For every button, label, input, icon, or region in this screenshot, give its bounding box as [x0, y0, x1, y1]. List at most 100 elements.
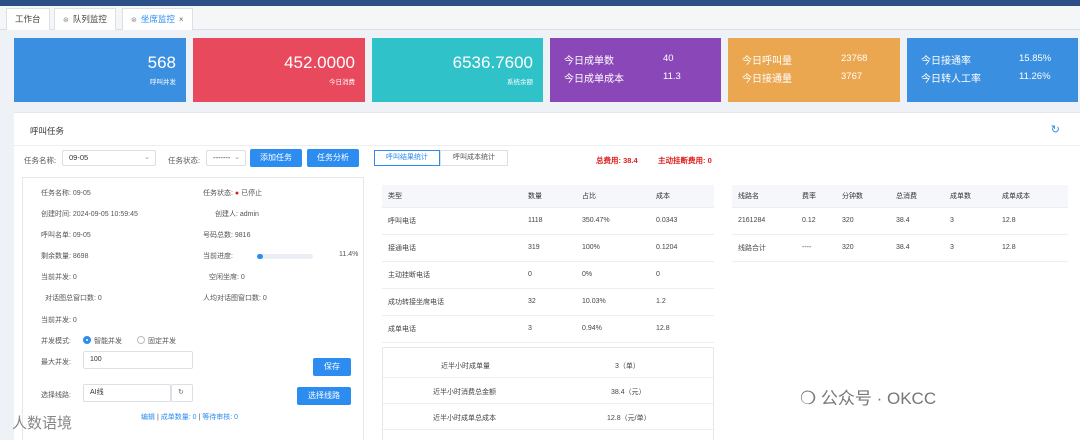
table-row: 主动挂断电话 0 0% 0	[382, 261, 714, 289]
table-cell: 38.4	[890, 234, 944, 262]
half-hour-summary: 近半小时成单量 3（单） 近半小时消费总金额 38.4（元） 近半小时成单总成本 12…	[382, 347, 714, 440]
refresh-icon[interactable]: ↻	[1051, 123, 1060, 136]
table-row: 成单电话 3 0.94% 12.8	[382, 315, 714, 343]
task-name-value: 09-05	[69, 153, 89, 162]
table-header-row: 类型 数量 占比 成本	[382, 185, 714, 208]
summary-row: 近半小时消费总金额 38.4（元）	[383, 378, 713, 404]
table-cell: 12.8	[996, 234, 1068, 262]
card-row-label: 今日呼叫量	[742, 56, 792, 67]
task-info-box: 任务名称: 09-05 任务状态: ● 已停止 创建时间: 2024-09-05…	[22, 177, 364, 440]
mode-smart-radio[interactable]: 智能并发	[83, 336, 122, 346]
tab-call-result-stats[interactable]: 呼叫结果统计	[374, 150, 440, 166]
table-cell: 1.2	[650, 288, 714, 316]
add-task-button[interactable]: 添加任务	[250, 149, 302, 167]
table-cell: 0.0343	[650, 207, 714, 235]
column-header: 占比	[576, 185, 650, 208]
task-status-value: -------	[213, 153, 231, 162]
table-cell: 3	[522, 315, 576, 343]
info-task-status: 任务状态: ● 已停止	[203, 188, 262, 198]
status-dot-icon: ●	[234, 190, 240, 197]
table-cell: 10.03%	[576, 288, 650, 316]
summary-row: 近半小时成单总成本 12.8（元/单）	[383, 404, 713, 430]
table-cell: 成功转接坐席电话	[382, 288, 522, 316]
table-row: 线路合计 ---- 320 38.4 3 12.8	[732, 234, 1068, 262]
column-header: 分钟数	[836, 185, 890, 208]
card-row-label: 今日转人工率	[921, 74, 981, 85]
card-row-value: 3767	[841, 71, 863, 82]
card-row-label: 今日成单成本	[564, 74, 624, 85]
line-input[interactable]: AI线	[83, 384, 171, 402]
summary-value: 12.8（元/单）	[607, 415, 651, 422]
table-cell: ----	[796, 234, 836, 262]
table-cell: 12.8	[996, 207, 1068, 235]
task-analysis-button[interactable]: 任务分析	[307, 149, 359, 167]
table-row: 接通电话 319 100% 0.1204	[382, 234, 714, 262]
card-row-label: 今日成单数	[564, 56, 614, 67]
table-row: 成功转接坐席电话 32 10.03% 1.2	[382, 288, 714, 316]
table-header-row: 线路名 费率 分钟数 总消费 成单数 成单成本	[732, 185, 1068, 208]
chevron-down-icon: ⌄	[234, 154, 240, 161]
info-line-label: 选择线路:	[41, 392, 71, 399]
info-mode-label: 并发模式:	[41, 338, 71, 345]
max-concurrency-input[interactable]: 100	[83, 351, 193, 369]
tab-bar: 工作台 ⊛ 队列监控 ⊛ 坐席监控 ×	[0, 6, 1080, 30]
choose-line-button[interactable]: 选择线路	[297, 387, 351, 405]
order-count-link[interactable]: 成单数量: 0	[161, 414, 197, 421]
tab-workbench[interactable]: 工作台	[6, 8, 50, 30]
info-dialog-window: 对话图总窗口数: 0	[45, 295, 102, 302]
footer-links: 编辑 | 成单数量: 0 | 等待审核: 0	[141, 414, 239, 421]
total-cost: 总费用: 38.4	[596, 156, 638, 165]
card-today-orders: 今日成单数 40 今日成单成本 11.3	[550, 38, 721, 102]
table-cell: 3	[944, 207, 996, 235]
card-row-value: 40	[663, 53, 674, 64]
watermark-right: ❍ 公众号 · OKCC	[800, 384, 936, 409]
tab-queue-monitor[interactable]: ⊛ 队列监控	[54, 8, 116, 30]
info-max-concurrency-label: 最大并发:	[41, 359, 71, 366]
progress-bar	[257, 254, 313, 259]
info-number-total: 号码总数: 9816	[203, 232, 251, 239]
task-name-select[interactable]: 09-05 ⌄	[62, 150, 156, 166]
info-creator: 创建人: admin	[215, 211, 259, 218]
table-cell: 0.1204	[650, 234, 714, 262]
card-label: 系统余额	[507, 79, 533, 86]
table-cell: 0	[650, 261, 714, 289]
edit-link[interactable]: 编辑	[141, 414, 155, 421]
column-header: 类型	[382, 185, 522, 208]
table-cell: 线路合计	[732, 234, 796, 262]
table-row: 呼叫电话 1118 350.47% 0.0343	[382, 207, 714, 235]
pending-review-link[interactable]: 等待审核: 0	[202, 414, 238, 421]
table-cell: 32	[522, 288, 576, 316]
close-icon[interactable]: ×	[179, 15, 184, 24]
info-remaining: 剩余数量: 8698	[41, 253, 89, 260]
table-cell: 成单电话	[382, 315, 522, 343]
active-hangup-cost: 主动挂断费用: 0	[658, 156, 712, 165]
table-cell: 350.47%	[576, 207, 650, 235]
column-header: 数量	[522, 185, 576, 208]
card-row-value: 11.26%	[1019, 71, 1051, 82]
card-system-balance: 6536.7600 系统余额	[372, 38, 543, 102]
watermark-text: 公众号 · OKCC	[820, 389, 937, 408]
panel-title: 呼叫任务	[30, 126, 65, 136]
table-cell: 呼叫电话	[382, 207, 522, 235]
save-button[interactable]: 保存	[313, 358, 351, 376]
mode-fixed-radio[interactable]: 固定并发	[137, 336, 176, 346]
card-value: 452.0000	[284, 53, 355, 72]
tab-call-cost-stats[interactable]: 呼叫成本统计	[440, 150, 508, 166]
task-status-select[interactable]: ------- ⌄	[206, 150, 246, 166]
task-name-label: 任务名称:	[24, 156, 57, 165]
info-progress-value: 11.4%	[339, 251, 359, 258]
gear-icon: ⊛	[131, 17, 137, 24]
watermark-left: 人数语境	[12, 415, 73, 432]
radio-unchecked-icon	[137, 336, 145, 344]
summary-label: 近半小时成单总成本	[433, 415, 496, 422]
table-cell: 1118	[522, 207, 576, 235]
summary-value: 38.4（元）	[611, 389, 646, 396]
table-cell: 0.94%	[576, 315, 650, 343]
table-cell: 0%	[576, 261, 650, 289]
table-cell: 319	[522, 234, 576, 262]
refresh-line-icon[interactable]: ↻	[171, 384, 193, 402]
wechat-icon: ❍	[800, 388, 817, 408]
tab-seat-monitor[interactable]: ⊛ 坐席监控 ×	[122, 8, 193, 30]
mode-fixed-label: 固定并发	[148, 338, 176, 345]
chevron-down-icon: ⌄	[144, 154, 150, 161]
